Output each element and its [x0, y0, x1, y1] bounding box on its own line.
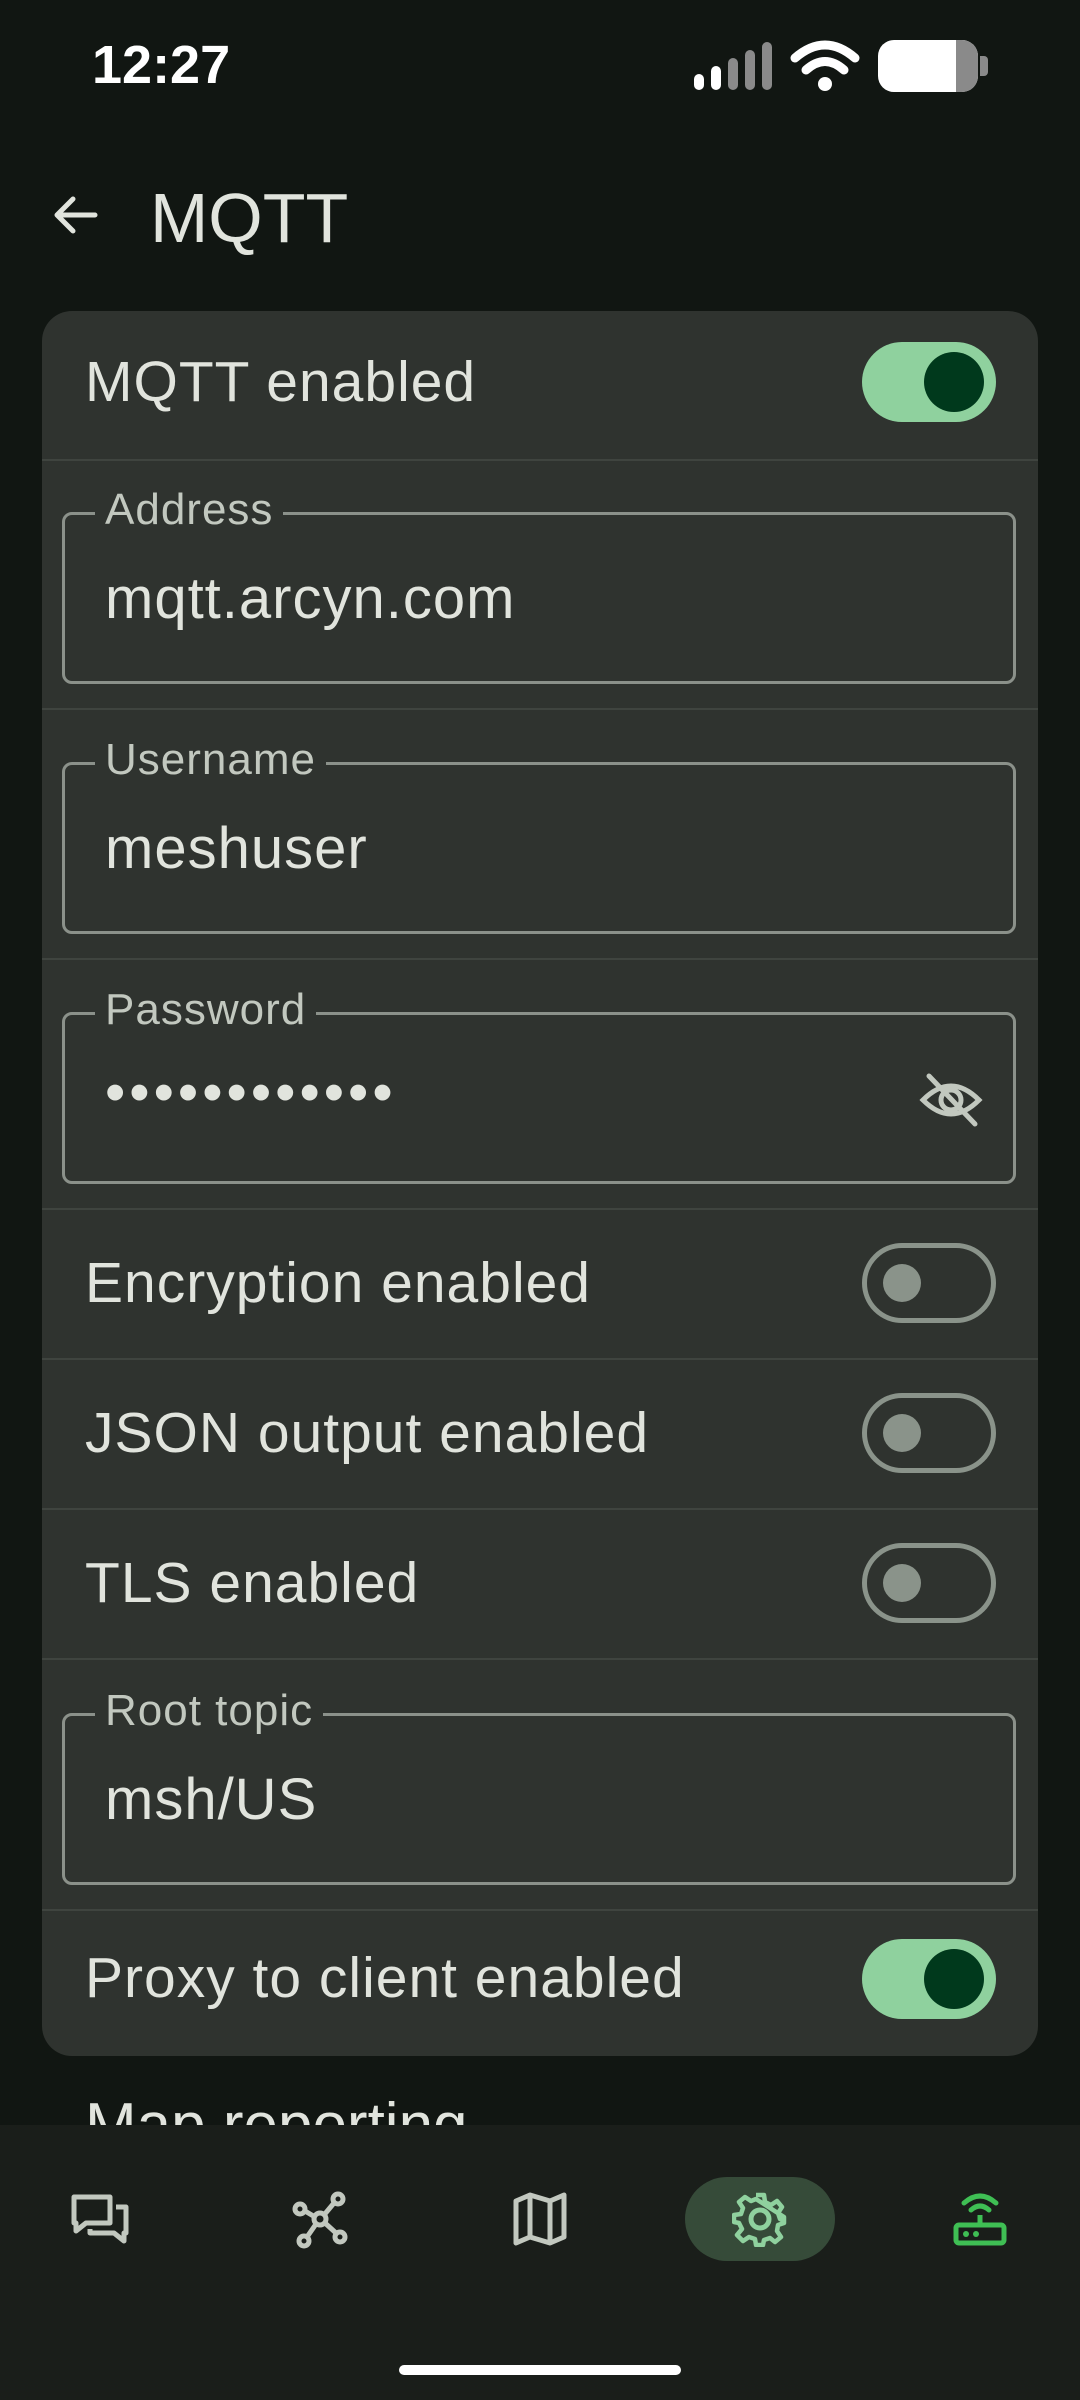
- tls-enabled-label: TLS enabled: [85, 1551, 420, 1615]
- username-input[interactable]: meshuser: [105, 815, 368, 882]
- address-label: Address: [95, 485, 284, 535]
- battery-icon: [878, 40, 988, 92]
- top-app-bar: MQTT: [0, 150, 1080, 280]
- arrow-back-icon: [54, 196, 98, 234]
- json-output-enabled-label: JSON output enabled: [85, 1401, 650, 1465]
- json-output-enabled-switch[interactable]: [862, 1393, 996, 1473]
- proxy-to-client-enabled-label: Proxy to client enabled: [85, 1946, 685, 2010]
- nav-map[interactable]: [465, 2177, 615, 2261]
- page-title: MQTT: [150, 179, 349, 257]
- tls-enabled-row[interactable]: TLS enabled: [42, 1510, 1038, 1658]
- visibility-off-icon[interactable]: [919, 1070, 983, 1130]
- encryption-enabled-label: Encryption enabled: [85, 1251, 592, 1315]
- password-input[interactable]: ••••••••••••: [105, 1059, 397, 1126]
- proxy-to-client-enabled-row[interactable]: Proxy to client enabled: [42, 1911, 1038, 2056]
- json-output-enabled-row[interactable]: JSON output enabled: [42, 1360, 1038, 1508]
- router-connected-icon: [953, 2193, 1007, 2246]
- divider: [42, 958, 1038, 960]
- divider: [42, 459, 1038, 461]
- username-field[interactable]: Username meshuser: [62, 735, 1016, 934]
- nodes-icon: [292, 2191, 348, 2249]
- address-input[interactable]: mqtt.arcyn.com: [105, 565, 515, 632]
- nav-nodes[interactable]: [245, 2177, 395, 2261]
- root-topic-field[interactable]: Root topic msh/US: [62, 1686, 1016, 1885]
- tls-enabled-switch[interactable]: [862, 1543, 996, 1623]
- mqtt-enabled-label: MQTT enabled: [85, 350, 477, 414]
- bottom-navigation-bar: [0, 2125, 1080, 2400]
- divider: [42, 1658, 1038, 1660]
- username-label: Username: [95, 735, 326, 785]
- proxy-to-client-enabled-switch[interactable]: [862, 1939, 996, 2019]
- root-topic-label: Root topic: [95, 1686, 324, 1736]
- nav-messages[interactable]: [25, 2177, 175, 2261]
- mqtt-settings-card: MQTT enabled Address mqtt.arcyn.com User…: [42, 311, 1038, 2056]
- chat-icon: [71, 2194, 129, 2244]
- nav-settings[interactable]: [685, 2177, 835, 2261]
- map-icon: [513, 2192, 567, 2246]
- password-field[interactable]: Password ••••••••••••: [62, 985, 1016, 1184]
- back-button[interactable]: [40, 180, 110, 250]
- address-field[interactable]: Address mqtt.arcyn.com: [62, 485, 1016, 684]
- mqtt-enabled-switch[interactable]: [862, 342, 996, 422]
- status-bar: 12:27: [0, 0, 1080, 130]
- cellular-signal-icon: [694, 42, 772, 90]
- encryption-enabled-switch[interactable]: [862, 1243, 996, 1323]
- password-label: Password: [95, 985, 317, 1035]
- home-indicator[interactable]: [399, 2365, 681, 2375]
- root-topic-input[interactable]: msh/US: [105, 1766, 317, 1833]
- nav-connections[interactable]: [905, 2177, 1055, 2261]
- mqtt-enabled-row[interactable]: MQTT enabled: [42, 311, 1038, 459]
- status-icons: [694, 38, 988, 94]
- status-time: 12:27: [92, 35, 231, 95]
- encryption-enabled-row[interactable]: Encryption enabled: [42, 1210, 1038, 1358]
- divider: [42, 708, 1038, 710]
- settings-gear-icon: [732, 2192, 787, 2247]
- wifi-icon: [790, 40, 860, 91]
